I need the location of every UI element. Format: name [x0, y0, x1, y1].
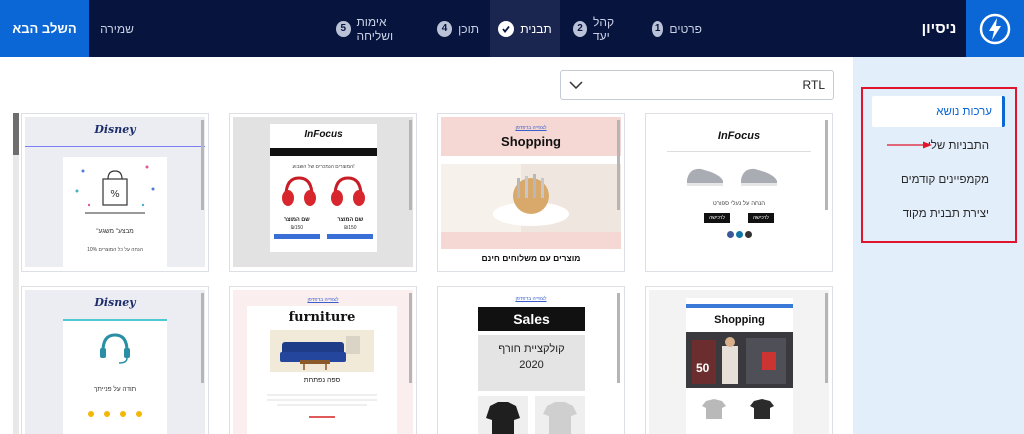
headphones-image — [282, 176, 365, 206]
linkedin-icon — [735, 231, 743, 238]
step-number: 5 — [336, 20, 351, 37]
template-logo: InFocus — [304, 129, 343, 140]
shopping-bag-image: % — [75, 165, 155, 214]
headset-icon — [100, 333, 130, 364]
step-number: 4 — [437, 20, 453, 37]
product-price: ₪150 — [290, 225, 304, 231]
smiley-icon — [120, 411, 126, 417]
smiley-icon — [136, 411, 142, 417]
step-template[interactable]: תבנית — [490, 0, 560, 57]
template-card-furniture[interactable]: לצפייה בדפדפן furniture ספה נפתחת — [229, 286, 417, 434]
template-logo: Disney — [94, 296, 136, 309]
annotation-arrow-icon — [887, 141, 932, 149]
step-target-audience[interactable]: 2 קהל יעד — [573, 0, 629, 57]
preview-scrollbar — [617, 120, 620, 210]
template-caption: ספה נפתחת — [303, 377, 341, 384]
template-logo: Disney — [94, 123, 136, 136]
scrollbar[interactable] — [13, 113, 19, 434]
step-number: 1 — [652, 20, 664, 37]
social-icons — [649, 231, 829, 238]
brand-logo[interactable] — [966, 0, 1024, 57]
text-line — [277, 404, 367, 406]
template-logo: Sales — [478, 307, 585, 331]
template-logo: InFocus — [717, 130, 761, 142]
template-text: 10% הנחה על כל המוצרים — [87, 247, 143, 253]
product-name: שם המוצר — [337, 217, 364, 223]
sofa-image — [270, 330, 374, 372]
template-nav — [441, 156, 621, 164]
step-label: אימות ושליחה — [356, 14, 394, 43]
account-name: ניסיון — [921, 20, 957, 37]
template-text: הנחה על נעלי ספורט — [712, 201, 766, 207]
template-button — [309, 416, 335, 418]
lightning-logo-icon — [979, 13, 1011, 44]
preview-scrollbar — [825, 293, 828, 383]
template-buy-button: לרכישה — [704, 213, 730, 223]
step-number: 2 — [573, 20, 587, 37]
product-name: שם המוצר — [283, 217, 310, 223]
smiley-icon — [104, 411, 110, 417]
template-logo: Shopping — [501, 134, 561, 149]
text-line — [267, 399, 377, 401]
direction-select[interactable]: RTL — [560, 70, 834, 100]
step-label: תבנית — [520, 21, 552, 36]
template-logo: Shopping — [714, 314, 765, 326]
divider — [25, 146, 205, 147]
svg-text:50: 50 — [696, 361, 710, 375]
text-line — [267, 394, 377, 396]
facebook-icon — [726, 231, 734, 238]
chevron-down-icon — [569, 81, 583, 89]
step-label: פרטים — [669, 21, 702, 36]
template-buy-button: לרכישה — [748, 213, 774, 223]
preview-scrollbar — [201, 293, 204, 383]
preview-scrollbar — [617, 293, 620, 383]
store-photo: 50 — [686, 332, 793, 388]
preview-scrollbar — [201, 120, 204, 210]
template-nav — [270, 148, 377, 156]
template-headline-year: 2020 — [519, 359, 544, 371]
template-logo: furniture — [288, 310, 356, 325]
view-in-browser-link: לצפייה בדפדפן — [515, 125, 547, 131]
template-footer-text: מוצרים עם משלוחים חינם — [441, 249, 621, 263]
rating-icons — [63, 411, 167, 417]
template-headline: קולקציית חורף — [498, 343, 565, 355]
template-card-infocus-headphones[interactable]: InFocus המוצרים הנמכרים של השבוע! שם המו… — [229, 113, 417, 272]
step-label: תוכן — [458, 21, 479, 36]
next-step-button[interactable]: השלב הבא — [0, 0, 89, 57]
template-card-disney-thanks[interactable]: Disney תודה על פנייתך — [21, 286, 209, 434]
clothing-images — [702, 399, 774, 419]
view-in-browser-link: לצפייה בדפדפן — [515, 296, 547, 302]
preview-scrollbar — [409, 293, 412, 383]
product-photo — [441, 164, 621, 232]
clothing-images — [478, 396, 585, 434]
save-button[interactable]: שמירה — [89, 0, 145, 57]
template-card-sales-winter[interactable]: לצפייה בדפדפן Sales קולקציית חורף 2020 — [437, 286, 625, 434]
checkmark-icon — [498, 20, 515, 37]
highlight-frame — [861, 87, 1017, 243]
step-content[interactable]: 4 תוכן — [437, 0, 479, 57]
step-label: קהל יעד — [593, 14, 615, 43]
template-title: תודה על פנייתך — [93, 386, 137, 393]
sneakers-image — [687, 168, 777, 186]
mail-icon — [744, 231, 752, 238]
template-card-shopping-pink[interactable]: לצפייה בדפדפן Shopping מוצרים עם משלוחים… — [437, 113, 625, 272]
template-accent-bar — [686, 304, 793, 308]
template-card-infocus-shoes[interactable]: InFocus הנחה על נעלי ספורט לרכישה לרכישה — [645, 113, 833, 272]
preview-scrollbar — [409, 120, 412, 210]
view-in-browser-link: לצפייה בדפדפן — [307, 297, 339, 303]
svg-text:%: % — [110, 189, 120, 200]
product-price: ₪150 — [343, 225, 357, 231]
template-card-shopping-dark[interactable]: Shopping 50 — [645, 286, 833, 434]
template-card-disney-sale[interactable]: Disney % "מבצע" משגע 10% הנחה על כל המוצ… — [21, 113, 209, 272]
template-button — [273, 234, 320, 239]
smiley-icon — [88, 411, 94, 417]
preview-scrollbar — [825, 120, 828, 210]
template-title: "מבצע" משגע — [96, 228, 134, 235]
step-details[interactable]: 1 פרטים — [652, 0, 702, 57]
scrollbar-thumb[interactable] — [13, 113, 19, 155]
template-button — [327, 234, 374, 239]
direction-value: RTL — [802, 78, 825, 92]
step-verify-send[interactable]: 5 אימות ושליחה — [336, 0, 420, 57]
